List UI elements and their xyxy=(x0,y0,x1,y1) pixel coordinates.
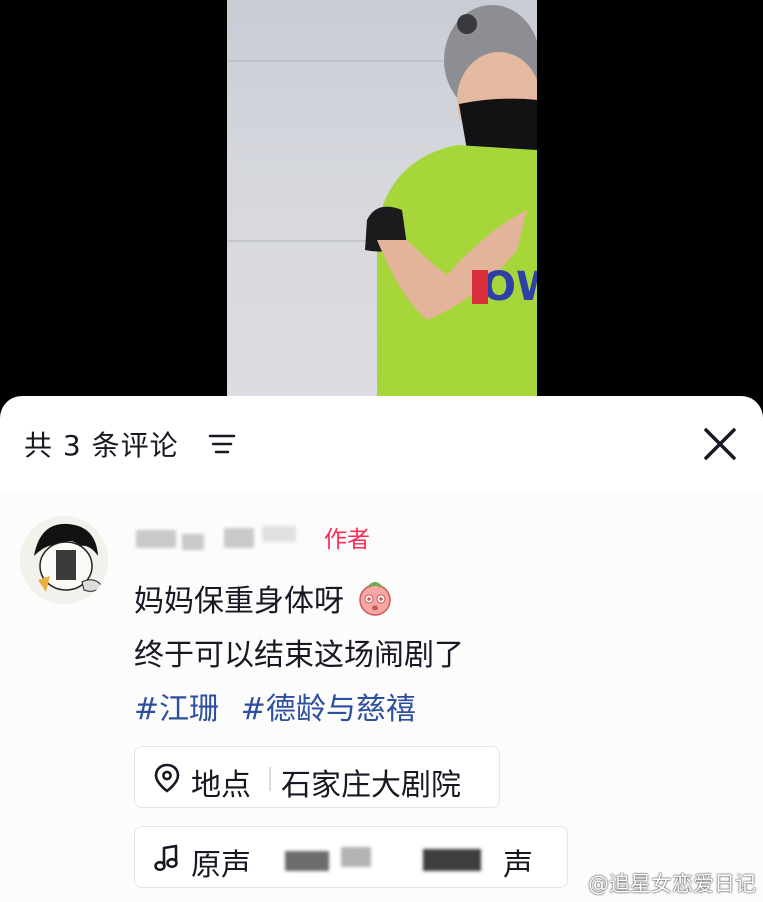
comment-count-title: 共 3 条评论 xyxy=(24,429,179,462)
hashtag-link[interactable]: #德龄与慈禧 xyxy=(241,692,416,727)
blur-mask xyxy=(285,851,329,871)
svg-text:OWI: OWI xyxy=(482,264,537,310)
cartoon-avatar-icon xyxy=(20,516,108,604)
blur-mask xyxy=(341,847,371,867)
comment-text: 妈妈保重身体呀 xyxy=(134,584,344,619)
location-value: 石家庄大剧院 xyxy=(281,768,461,803)
person-in-video: OWI xyxy=(365,5,537,400)
comment-sheet: 共 3 条评论 作者 妈妈保重身体呀 终于可以结束这场闹剧了 #江珊 #德龄与慈… xyxy=(0,396,763,902)
music-chip[interactable]: 原声 声 xyxy=(134,826,568,888)
avatar[interactable] xyxy=(20,516,108,604)
location-label: 地点 xyxy=(191,768,251,803)
music-label: 原声 xyxy=(191,848,251,883)
emoji-icon xyxy=(358,582,391,616)
blur-mask xyxy=(182,534,204,550)
location-chip[interactable]: 地点 石家庄大剧院 xyxy=(134,746,500,808)
blur-mask xyxy=(136,530,176,548)
comment-text-line1: 妈妈保重身体呀 xyxy=(134,576,394,620)
author-tag: 作者 xyxy=(324,527,370,553)
location-pin-icon xyxy=(154,763,180,793)
chip-divider xyxy=(269,767,271,791)
hashtag-link[interactable]: #江珊 xyxy=(134,692,219,727)
comment-text-line2: 终于可以结束这场闹剧了 xyxy=(134,638,464,673)
close-icon[interactable] xyxy=(700,424,740,464)
comment-item: 作者 妈妈保重身体呀 终于可以结束这场闹剧了 #江珊 #德龄与慈禧 地点 石家庄… xyxy=(0,490,763,902)
hashtag-row: #江珊 #德龄与慈禧 xyxy=(134,684,428,728)
video-frame[interactable]: OWI xyxy=(227,0,537,400)
music-value-tail: 声 xyxy=(503,848,533,883)
blur-mask xyxy=(224,528,254,548)
sort-icon[interactable] xyxy=(208,433,236,455)
comment-sheet-header: 共 3 条评论 xyxy=(0,396,763,490)
music-note-icon xyxy=(154,844,178,872)
watermark: @追星女恋爱日记 xyxy=(588,872,756,896)
blur-mask xyxy=(262,526,296,542)
blur-mask xyxy=(423,849,481,871)
username-blurred[interactable] xyxy=(136,524,306,550)
